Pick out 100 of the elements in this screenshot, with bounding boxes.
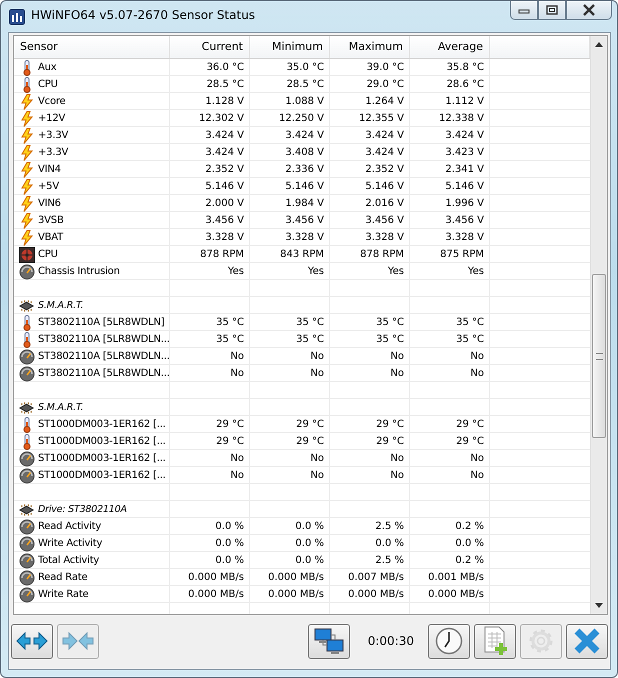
gauge-icon <box>18 264 35 280</box>
sensor-name: CPU <box>38 249 58 260</box>
table-cell: 12.250 V <box>278 113 324 124</box>
sensor-name: ST1000DM003-1ER162 [... <box>38 470 166 481</box>
minimize-button[interactable] <box>510 1 538 20</box>
gauge-icon <box>18 518 35 534</box>
sensor-name: ST3802110A [5LR8WDLN... <box>38 334 170 345</box>
table-cell: No <box>230 453 244 464</box>
clock-button[interactable] <box>428 624 470 658</box>
table-cell: No <box>390 453 404 464</box>
sensor-name: Read Activity <box>38 521 102 532</box>
table-cell: 1.996 V <box>445 198 484 209</box>
table-cell: 0.000 MB/s <box>428 589 484 600</box>
column-header[interactable]: Minimum <box>250 36 330 58</box>
table-cell: 29 °C <box>376 419 404 430</box>
table-cell: 0.0 % <box>455 538 484 549</box>
table-cell: 35 °C <box>456 317 484 328</box>
table-cell: No <box>470 470 484 481</box>
table-cell: Yes <box>308 266 324 277</box>
table-cell: 1.984 V <box>285 198 324 209</box>
table-cell: 35 °C <box>296 317 324 328</box>
gauge-icon <box>18 366 35 382</box>
table-cell: 29 °C <box>296 419 324 430</box>
table-cell: Yes <box>388 266 404 277</box>
table-cell: 3.456 V <box>205 215 244 226</box>
sensor-name: ST1000DM003-1ER162 [... <box>38 419 166 430</box>
chip-icon <box>18 298 35 312</box>
table-cell: 0.0 % <box>375 538 404 549</box>
table-cell: 29 °C <box>456 436 484 447</box>
sensor-name: ST1000DM003-1ER162 [... <box>38 453 166 464</box>
network-button[interactable] <box>308 624 350 658</box>
column-header[interactable]: Average <box>410 36 490 58</box>
table-cell: No <box>230 470 244 481</box>
sensor-name: Write Rate <box>38 589 89 600</box>
table-cell: 2.000 V <box>205 198 244 209</box>
column-header[interactable]: Maximum <box>330 36 410 58</box>
table-cell: 35 °C <box>216 317 244 328</box>
table-cell: 3.456 V <box>285 215 324 226</box>
sensor-name: ST3802110A [5LR8WDLN] <box>38 317 164 328</box>
table-cell: 35 °C <box>376 334 404 345</box>
table-cell: 5.146 V <box>365 181 404 192</box>
table-cell: 0.007 MB/s <box>348 572 404 583</box>
table-cell: No <box>470 351 484 362</box>
table-cell: 3.328 V <box>365 232 404 243</box>
table-cell: 3.424 V <box>365 147 404 158</box>
sensor-name: +12V <box>38 113 66 124</box>
table-cell: 0.0 % <box>215 521 244 532</box>
table-cell: 2.352 V <box>365 164 404 175</box>
table-cell: 0.0 % <box>295 555 324 566</box>
table-cell: No <box>310 351 324 362</box>
table-cell: 28.6 °C <box>446 79 484 90</box>
maximize-icon <box>546 5 558 15</box>
elapsed-time: 0:00:30 <box>368 634 414 648</box>
gauge-icon <box>18 536 35 552</box>
table-cell: 0.000 MB/s <box>268 589 324 600</box>
gauge-icon <box>18 348 35 364</box>
close-button[interactable] <box>566 1 612 20</box>
fan-icon <box>18 246 35 262</box>
table-cell: 0.0 % <box>295 538 324 549</box>
expand-button[interactable] <box>11 624 53 658</box>
group-label: Drive: ST3802110A <box>38 504 127 515</box>
table-cell: 29 °C <box>216 436 244 447</box>
scroll-down-icon[interactable] <box>595 603 603 608</box>
sensor-name: +5V <box>38 181 59 192</box>
table-cell: 3.328 V <box>285 232 324 243</box>
table-cell: 5.146 V <box>285 181 324 192</box>
sensor-name: +3.3V <box>38 130 68 141</box>
report-button[interactable] <box>474 624 516 658</box>
table-cell: No <box>470 368 484 379</box>
table-cell: 875 RPM <box>440 249 484 260</box>
table-cell: 28.5 °C <box>206 79 244 90</box>
maximize-button[interactable] <box>538 1 566 20</box>
table-cell: 12.355 V <box>358 113 404 124</box>
table-cell: 39.0 °C <box>366 62 404 73</box>
table-cell: 2.352 V <box>205 164 244 175</box>
table-cell: Yes <box>468 266 484 277</box>
group-label: S.M.A.R.T. <box>38 300 84 311</box>
table-cell: 1.088 V <box>285 96 324 107</box>
table-cell: 5.146 V <box>205 181 244 192</box>
scroll-up-icon[interactable] <box>595 42 603 47</box>
column-header[interactable]: Current <box>170 36 250 58</box>
table-cell: 35.8 °C <box>446 62 484 73</box>
table-cell: 12.338 V <box>438 113 484 124</box>
chip-icon <box>18 502 35 516</box>
table-cell: 3.424 V <box>285 130 324 141</box>
group-label: S.M.A.R.T. <box>38 402 84 413</box>
table-cell: 0.2 % <box>455 521 484 532</box>
table-cell: 29.0 °C <box>366 79 404 90</box>
table-cell: 0.0 % <box>295 521 324 532</box>
column-header[interactable]: Sensor <box>14 36 170 58</box>
table-cell: No <box>230 368 244 379</box>
sensor-name: VIN4 <box>38 164 61 175</box>
table-cell: 2.016 V <box>365 198 404 209</box>
table-cell: Yes <box>228 266 244 277</box>
table-cell: 3.328 V <box>445 232 484 243</box>
table-cell: 2.336 V <box>285 164 324 175</box>
table-cell: 12.302 V <box>198 113 244 124</box>
table-cell: 0.0 % <box>215 555 244 566</box>
table-cell: 29 °C <box>216 419 244 430</box>
vertical-scrollbar[interactable] <box>590 36 607 614</box>
